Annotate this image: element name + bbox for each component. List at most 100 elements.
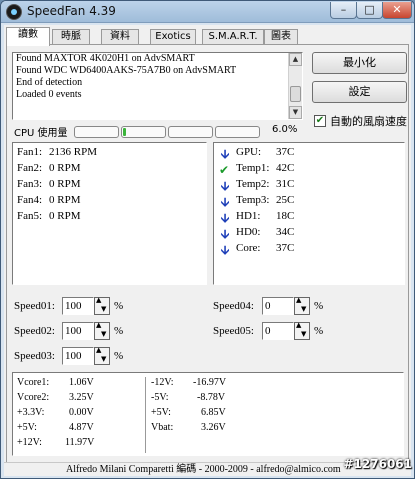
- speed03-unit: %: [114, 350, 124, 362]
- speedfan-window: SpeedFan 4.39 – □ ✕ 讀數 時脈 資料 Exotics S.M…: [0, 0, 415, 479]
- temp-value: 31C: [276, 178, 295, 190]
- fan-name: Fan4:: [17, 194, 43, 206]
- tab-clock[interactable]: 時脈: [52, 29, 90, 45]
- speed02-input[interactable]: 100: [62, 322, 94, 340]
- speed05-unit: %: [314, 325, 324, 337]
- cpu-core-bar: [74, 126, 119, 138]
- voltage-value: 6.85V: [201, 407, 226, 418]
- temp-value: 34C: [276, 226, 295, 238]
- temp-name: HD0:: [236, 226, 261, 238]
- event-log[interactable]: Found MAXTOR 4K020H1 on AdvSMART Found W…: [12, 52, 303, 120]
- fan-name: Fan5:: [17, 210, 43, 222]
- cpu-usage-percent: 6.0%: [272, 124, 298, 135]
- voltage-value: 11.97V: [65, 437, 95, 448]
- temp-value: 37C: [276, 242, 295, 254]
- temp-value: 18C: [276, 210, 295, 222]
- voltage-name: Vcore1:: [17, 377, 50, 388]
- scroll-thumb[interactable]: [290, 86, 301, 102]
- voltage-value: -16.97V: [193, 377, 227, 388]
- voltage-value: -8.78V: [197, 392, 226, 403]
- auto-fan-speed-label[interactable]: 自動的風扇速度: [330, 113, 407, 129]
- speed03-spinner[interactable]: [94, 346, 110, 365]
- fan-value: 0 RPM: [49, 178, 81, 190]
- voltage-name: +12V:: [17, 437, 42, 448]
- status-text: Alfredo Milani Comparetti 編碼 - 2000-2009…: [66, 464, 341, 475]
- tab-readings[interactable]: 讀數: [6, 27, 50, 46]
- voltage-name: Vbat:: [151, 422, 174, 433]
- voltage-divider: [145, 377, 146, 453]
- speed04-spinner[interactable]: [294, 296, 310, 315]
- voltage-name: +5V:: [17, 422, 37, 433]
- voltage-name: +3.3V:: [17, 407, 45, 418]
- fan-name: Fan1:: [17, 146, 43, 158]
- speed04-label: Speed04:: [213, 300, 254, 312]
- tab-info[interactable]: 資料: [101, 29, 139, 45]
- temp-value: 25C: [276, 194, 295, 206]
- fan-name: Fan2:: [17, 162, 43, 174]
- title-bar[interactable]: SpeedFan 4.39 – □ ✕: [1, 1, 414, 23]
- speed03-label: Speed03:: [14, 350, 55, 362]
- arrow-down-icon: 🡫: [220, 227, 230, 241]
- speed02-spinner[interactable]: [94, 321, 110, 340]
- temp-name: Temp1:: [236, 162, 270, 174]
- checkmark-icon: ✔: [218, 163, 230, 177]
- temp-name: Temp2:: [236, 178, 270, 190]
- watermark: #1276061: [343, 457, 412, 471]
- tab-charts[interactable]: 圖表: [264, 29, 298, 45]
- window-title: SpeedFan 4.39: [27, 4, 116, 18]
- speed02-label: Speed02:: [14, 325, 55, 337]
- client-area: 讀數 時脈 資料 Exotics S.M.A.R.T. 圖表 Found MAX…: [4, 25, 411, 476]
- arrow-down-icon: 🡫: [220, 211, 230, 225]
- fan-name: Fan3:: [17, 178, 43, 190]
- voltage-value: 3.25V: [69, 392, 94, 403]
- speed05-spinner[interactable]: [294, 321, 310, 340]
- fan-value: 0 RPM: [49, 194, 81, 206]
- maximize-window-button[interactable]: □: [356, 2, 383, 19]
- voltage-name: -5V:: [151, 392, 169, 403]
- log-line: End of detection: [16, 77, 83, 88]
- readings-panel: Found MAXTOR 4K020H1 on AdvSMART Found W…: [6, 44, 409, 473]
- fan-value: 0 RPM: [49, 210, 81, 222]
- temp-name: GPU:: [236, 146, 262, 158]
- voltage-name: +5V:: [151, 407, 171, 418]
- voltages-box: Vcore1: 1.06V Vcore2: 3.25V +3.3V: 0.00V…: [12, 372, 404, 456]
- minimize-button[interactable]: 最小化: [312, 52, 407, 74]
- temp-value: 37C: [276, 146, 295, 158]
- log-scrollbar[interactable]: ▲ ▼: [288, 53, 302, 119]
- voltage-value: 0.00V: [69, 407, 94, 418]
- temp-name: Core:: [236, 242, 261, 254]
- fan-speeds-box: Fan1: 2136 RPM Fan2: 0 RPM Fan3: 0 RPM F…: [12, 142, 207, 285]
- tab-smart[interactable]: S.M.A.R.T.: [202, 29, 264, 45]
- temp-name: HD1:: [236, 210, 261, 222]
- auto-fan-speed-checkbox[interactable]: ✔: [314, 115, 326, 127]
- speed05-label: Speed05:: [213, 325, 254, 337]
- log-line: Found MAXTOR 4K020H1 on AdvSMART: [16, 53, 195, 64]
- scroll-up-arrow-icon[interactable]: ▲: [289, 53, 302, 66]
- speedfan-app-icon[interactable]: [6, 4, 22, 20]
- temp-value: 42C: [276, 162, 295, 174]
- tab-exotics[interactable]: Exotics: [150, 29, 196, 45]
- arrow-down-icon: 🡫: [220, 243, 230, 257]
- cpu-core-bar: [121, 126, 166, 138]
- arrow-down-icon: 🡫: [220, 195, 230, 209]
- log-line: Found WDC WD6400AAKS-75A7B0 on AdvSMART: [16, 65, 237, 76]
- speed01-unit: %: [114, 300, 124, 312]
- speed04-input[interactable]: 0: [262, 297, 294, 315]
- minimize-window-button[interactable]: –: [330, 2, 357, 19]
- temp-name: Temp3:: [236, 194, 270, 206]
- speed01-spinner[interactable]: [94, 296, 110, 315]
- cpu-core-bar: [168, 126, 213, 138]
- speed05-input[interactable]: 0: [262, 322, 294, 340]
- cpu-usage-label: CPU 使用量: [14, 128, 68, 139]
- temperatures-box: 🡫 GPU: 37C ✔ Temp1: 42C 🡫 Temp2: 31C 🡫 T…: [213, 142, 405, 285]
- scroll-down-arrow-icon[interactable]: ▼: [289, 106, 302, 119]
- voltage-value: 1.06V: [69, 377, 94, 388]
- settings-button[interactable]: 設定: [312, 81, 407, 103]
- close-window-button[interactable]: ✕: [382, 2, 412, 19]
- voltage-name: Vcore2:: [17, 392, 50, 403]
- speed01-label: Speed01:: [14, 300, 55, 312]
- speed01-input[interactable]: 100: [62, 297, 94, 315]
- speed03-input[interactable]: 100: [62, 347, 94, 365]
- speed04-unit: %: [314, 300, 324, 312]
- voltage-value: 3.26V: [201, 422, 226, 433]
